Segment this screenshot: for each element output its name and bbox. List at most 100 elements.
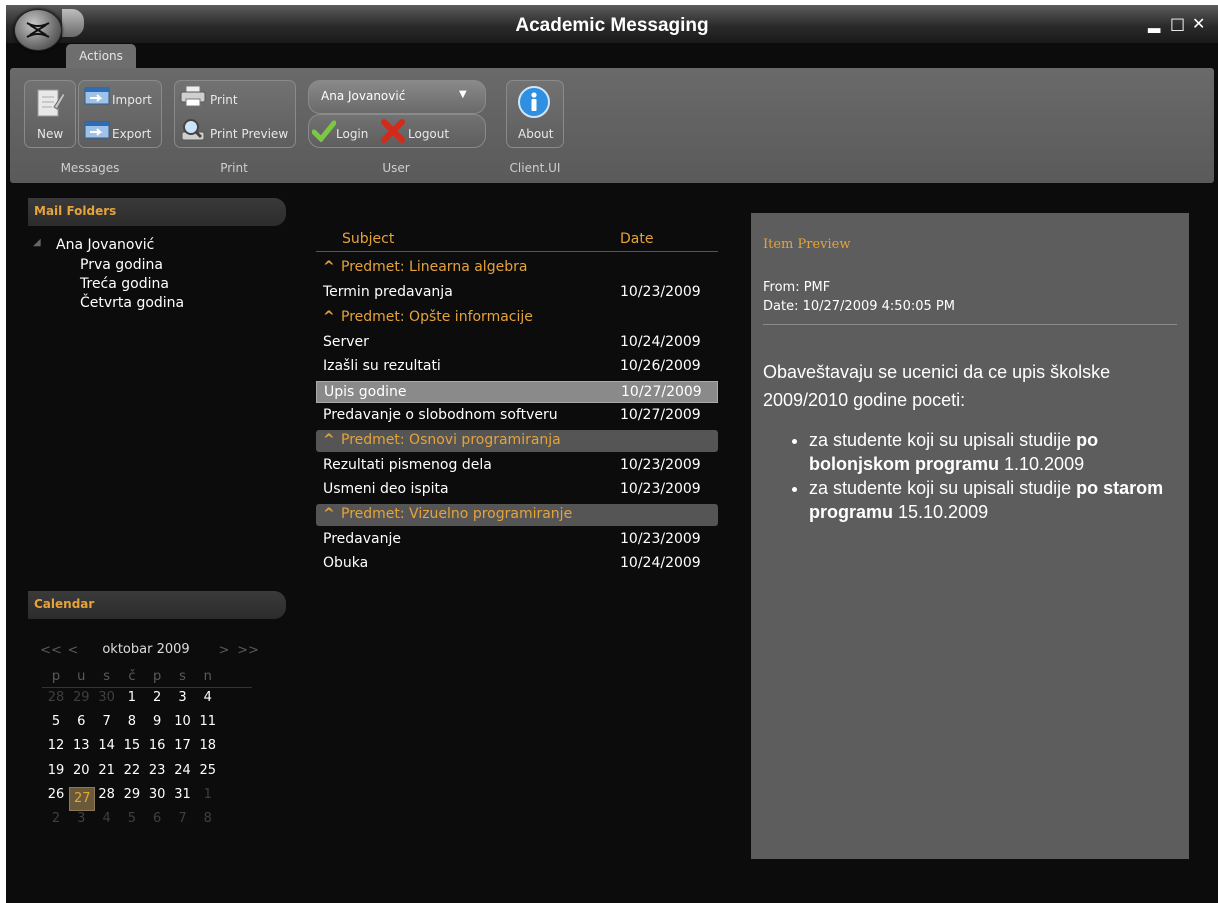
calendar-day[interactable]: 21	[95, 763, 119, 778]
message-row[interactable]: Upis godine 10/27/2009	[316, 380, 718, 403]
calendar-day[interactable]: 18	[196, 738, 220, 753]
calendar-day[interactable]: 7	[95, 714, 119, 729]
calendar-day[interactable]: 28	[95, 787, 119, 802]
message-subject: Izašli su rezultati	[323, 358, 441, 374]
group-header-row[interactable]: ^ Predmet: Opšte informacije	[316, 307, 718, 329]
message-row[interactable]: Predavanje 10/23/2009	[316, 529, 718, 551]
calendar-day[interactable]: 11	[196, 714, 220, 729]
calendar-day[interactable]: 17	[171, 738, 195, 753]
calendar-day[interactable]: 2	[145, 690, 169, 705]
folder-cetvrta-godina[interactable]: Četvrta godina	[80, 295, 184, 311]
calendar-day[interactable]: 13	[69, 738, 93, 753]
calendar-prev-month[interactable]: <	[61, 643, 85, 658]
tab-actions[interactable]: Actions	[66, 44, 136, 69]
calendar-day[interactable]: 12	[44, 738, 68, 753]
calendar-day[interactable]: 22	[120, 763, 144, 778]
group-label-print: Print	[220, 161, 248, 175]
calendar-day[interactable]: 15	[120, 738, 144, 753]
calendar-day[interactable]: 26	[44, 787, 68, 802]
message-row[interactable]: Izašli su rezultati 10/26/2009	[316, 356, 718, 378]
group-header-row[interactable]: ^ Predmet: Osnovi programiranja	[316, 429, 718, 452]
calendar-day[interactable]: 30	[95, 690, 119, 705]
message-subject: Server	[323, 334, 369, 350]
calendar-day[interactable]: 1	[196, 787, 220, 802]
subject-text: Predmet: Opšte informacije	[341, 308, 533, 325]
import-label[interactable]: Import	[112, 93, 152, 107]
message-subject: Upis godine	[324, 384, 406, 400]
calendar-day[interactable]: 6	[69, 714, 93, 729]
calendar-day[interactable]: 1	[120, 690, 144, 705]
calendar-day[interactable]: 28	[44, 690, 68, 705]
print-preview-label[interactable]: Print Preview	[210, 127, 288, 141]
message-row[interactable]: Obuka 10/24/2009	[316, 553, 718, 575]
maximize-button[interactable]: □	[1170, 14, 1185, 33]
message-row[interactable]: Predavanje o slobodnom softveru 10/27/200…	[316, 405, 718, 427]
login-button[interactable]: Login	[336, 127, 368, 141]
calendar-next-month[interactable]: >	[212, 643, 236, 658]
chevron-up-icon[interactable]: ^	[323, 309, 341, 325]
calendar-month-title[interactable]: oktobar 2009	[101, 642, 191, 657]
calendar-day[interactable]: 3	[171, 690, 195, 705]
message-row[interactable]: Server 10/24/2009	[316, 332, 718, 354]
calendar-next-year[interactable]: >>	[236, 643, 260, 658]
calendar-day[interactable]: 16	[145, 738, 169, 753]
folder-prva-godina[interactable]: Prva godina	[80, 257, 163, 273]
column-header-subject[interactable]: Subject	[342, 231, 394, 247]
chevron-up-icon[interactable]: ^	[323, 259, 341, 275]
message-row[interactable]: Termin predavanja 10/23/2009	[316, 282, 718, 304]
export-icon[interactable]	[84, 120, 110, 140]
red-x-icon[interactable]	[380, 118, 406, 144]
calendar-day[interactable]: 4	[196, 690, 220, 705]
minimize-button[interactable]: ▂	[1148, 14, 1160, 33]
chevron-up-icon[interactable]: ^	[323, 432, 341, 448]
calendar-day[interactable]: 10	[171, 714, 195, 729]
message-row[interactable]: Rezultati pismenog dela 10/23/2009	[316, 455, 718, 477]
print-label[interactable]: Print	[210, 93, 238, 107]
message-row[interactable]: Usmeni deo ispita 10/23/2009	[316, 479, 718, 501]
about-button[interactable]: About	[506, 80, 564, 148]
calendar-day[interactable]: 24	[171, 763, 195, 778]
folder-treca-godina[interactable]: Treća godina	[80, 276, 169, 292]
calendar-day[interactable]: 29	[120, 787, 144, 802]
calendar-day[interactable]: 29	[69, 690, 93, 705]
calendar-day[interactable]: 19	[44, 763, 68, 778]
chevron-up-icon[interactable]: ^	[323, 506, 341, 522]
calendar-day[interactable]: 9	[145, 714, 169, 729]
calendar-day[interactable]: 23	[145, 763, 169, 778]
calendar-day[interactable]: 14	[95, 738, 119, 753]
group-header-row[interactable]: ^ Predmet: Vizuelno programiranje	[316, 503, 718, 526]
tree-root-ana[interactable]: Ana Jovanović	[56, 237, 154, 253]
about-label: About	[518, 127, 554, 141]
import-icon[interactable]	[84, 86, 110, 106]
calendar-day[interactable]: 30	[145, 787, 169, 802]
calendar-day[interactable]: 31	[171, 787, 195, 802]
calendar-day-selected[interactable]: 27	[69, 786, 96, 811]
calendar-day[interactable]: 8	[120, 714, 144, 729]
print-preview-icon[interactable]	[180, 118, 206, 142]
calendar-day[interactable]: 7	[171, 811, 195, 826]
group-title: ^ Predmet: Osnovi programiranja	[323, 432, 561, 448]
calendar-day[interactable]: 2	[44, 811, 68, 826]
export-label[interactable]: Export	[112, 127, 151, 141]
calendar-day[interactable]: 6	[145, 811, 169, 826]
calendar-prev-year[interactable]: <<	[39, 643, 63, 658]
calendar-day[interactable]: 25	[196, 763, 220, 778]
column-header-date[interactable]: Date	[620, 231, 653, 247]
logout-button[interactable]: Logout	[408, 127, 449, 141]
message-date: 10/24/2009	[620, 333, 701, 350]
calendar-day[interactable]: 5	[44, 714, 68, 729]
calendar-day[interactable]: 4	[95, 811, 119, 826]
calendar-day[interactable]: 3	[69, 811, 93, 826]
new-button[interactable]: New	[24, 80, 76, 148]
close-button[interactable]: ✕	[1192, 14, 1205, 33]
tree-collapse-icon[interactable]: ◢	[33, 237, 41, 248]
user-dropdown[interactable]: Ana Jovanović ▼	[308, 80, 486, 114]
calendar-day[interactable]: 5	[120, 811, 144, 826]
checkmark-icon[interactable]	[312, 120, 336, 142]
calendar-day[interactable]: 8	[196, 811, 220, 826]
group-header-row[interactable]: ^ Predmet: Linearna algebra	[316, 257, 718, 279]
message-subject: Predavanje o slobodnom softveru	[323, 407, 558, 423]
app-menu-orb-icon[interactable]	[14, 9, 62, 51]
printer-icon[interactable]	[180, 85, 206, 107]
calendar-day[interactable]: 20	[69, 763, 93, 778]
